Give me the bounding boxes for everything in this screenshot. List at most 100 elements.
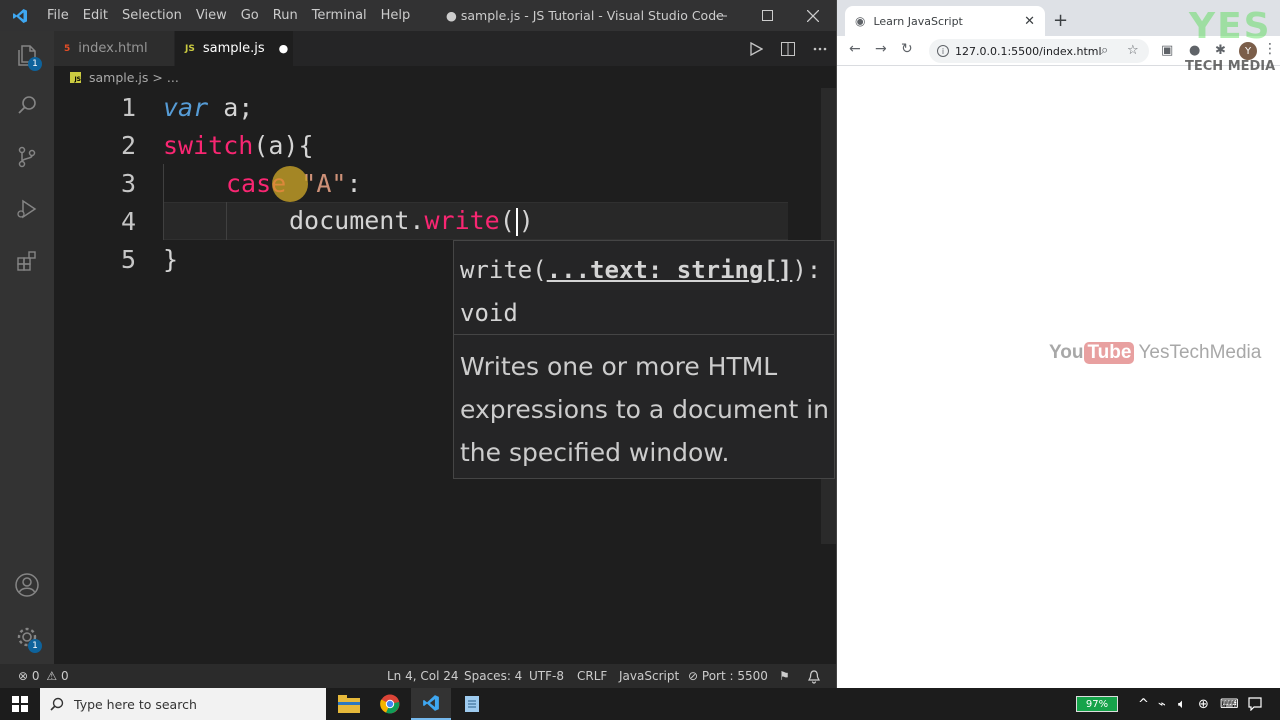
manage-gear-icon[interactable]: 1: [0, 613, 54, 661]
search-placeholder: Type here to search: [74, 696, 197, 712]
run-file-icon[interactable]: [740, 41, 772, 56]
battery-indicator[interactable]: 97%: [1076, 696, 1118, 712]
feedback-icon[interactable]: ⚑: [779, 664, 790, 688]
back-arrow-icon[interactable]: ←: [849, 41, 861, 57]
menu-view[interactable]: View: [189, 0, 234, 31]
address-bar[interactable]: i 127.0.0.1:5500/index.html: [929, 39, 1149, 63]
search-icon: [50, 697, 64, 711]
indentation[interactable]: Spaces: 4: [464, 664, 522, 688]
code-rest: a;: [208, 92, 254, 122]
source-control-icon[interactable]: [0, 133, 54, 181]
html5-icon: 5: [64, 43, 71, 54]
extensions-icon[interactable]: [0, 237, 54, 285]
line-number: 1: [120, 92, 136, 122]
extension-shield-icon[interactable]: ▣: [1161, 43, 1173, 58]
code-line-4[interactable]: 4 document.write(): [54, 202, 824, 240]
explorer-badge: 1: [28, 57, 42, 71]
breadcrumb-file[interactable]: sample.js: [89, 70, 148, 85]
new-tab-icon[interactable]: +: [1053, 10, 1068, 31]
code-object: document.: [289, 206, 425, 235]
youtube-you: You: [1049, 342, 1084, 363]
menu-file[interactable]: File: [40, 0, 76, 31]
line-number: 3: [120, 168, 136, 198]
language-mode[interactable]: JavaScript: [619, 664, 679, 688]
menu-run[interactable]: Run: [266, 0, 305, 31]
accounts-icon[interactable]: [0, 561, 54, 609]
chrome-icon[interactable]: [370, 688, 410, 720]
code-text: switch(a){: [163, 131, 314, 160]
code-line-1[interactable]: 1 var a;: [54, 88, 824, 126]
port-label: Port : 5500: [701, 669, 768, 683]
reload-icon[interactable]: ↻: [901, 41, 913, 57]
breadcrumb-rest[interactable]: ...: [167, 70, 179, 85]
watermark-text: TECH MEDIA: [1185, 59, 1276, 74]
keyword: switch: [163, 130, 254, 160]
string-literal: "A": [301, 168, 347, 198]
vscode-window: File Edit Selection View Go Run Terminal…: [0, 0, 836, 688]
function-name: write: [424, 206, 500, 235]
vscode-taskbar-icon[interactable]: [411, 688, 451, 720]
minimize-button[interactable]: [698, 0, 744, 31]
code-line-3[interactable]: 3 case "A":: [54, 164, 824, 202]
maximize-button[interactable]: [744, 0, 790, 31]
forward-arrow-icon[interactable]: →: [875, 41, 887, 57]
more-actions-icon[interactable]: [804, 47, 836, 51]
site-info-icon[interactable]: i: [937, 45, 949, 57]
code-rest: :: [346, 168, 362, 198]
notifications-bell-icon[interactable]: [808, 664, 820, 688]
network-icon[interactable]: ⌁: [1158, 688, 1166, 720]
keyboard-icon[interactable]: ⌨: [1220, 688, 1239, 720]
volume-icon[interactable]: 🔈︎: [1178, 688, 1186, 720]
taskbar-search-box[interactable]: Type here to search: [40, 688, 326, 720]
signature-parameter: ...text: string[]: [546, 256, 793, 284]
problems-indicator[interactable]: ⊗ 0 ⚠ 0: [18, 664, 69, 688]
tab-label: index.html: [78, 41, 148, 56]
zoom-icon[interactable]: ⌕: [1101, 43, 1108, 58]
close-window-button[interactable]: [790, 0, 836, 31]
menu-edit[interactable]: Edit: [76, 0, 115, 31]
menu-help[interactable]: Help: [374, 0, 418, 31]
js-file-icon: JS: [70, 71, 81, 83]
split-editor-icon[interactable]: [772, 41, 804, 56]
run-debug-icon[interactable]: [0, 185, 54, 233]
paren-close: ): [518, 206, 534, 235]
language-globe-icon[interactable]: ⊕: [1198, 688, 1209, 720]
desktop: File Edit Selection View Go Run Terminal…: [0, 0, 1280, 720]
menu-terminal[interactable]: Terminal: [305, 0, 374, 31]
tab-sample-js[interactable]: JS sample.js ●: [175, 31, 293, 66]
notepad-icon[interactable]: [452, 688, 492, 720]
encoding[interactable]: UTF-8: [529, 664, 564, 688]
close-tab-icon[interactable]: ✕: [1024, 14, 1035, 29]
js-icon: JS: [185, 43, 195, 54]
keyword: var: [163, 92, 209, 122]
menu-go[interactable]: Go: [234, 0, 266, 31]
bookmark-star-icon[interactable]: ☆: [1127, 43, 1139, 58]
popup-divider: [454, 334, 834, 335]
unsaved-dot-icon[interactable]: ●: [279, 42, 289, 55]
globe-icon: ◉: [855, 14, 866, 28]
action-center-icon[interactable]: [1248, 688, 1262, 720]
browser-tab[interactable]: ◉ Learn JavaScript ✕: [845, 6, 1045, 36]
line-endings[interactable]: CRLF: [577, 664, 607, 688]
line-number: 4: [120, 206, 136, 236]
mouse-pointer-highlight: [272, 166, 308, 202]
live-server-port[interactable]: ⊘ Port : 5500: [688, 664, 768, 688]
menu-selection[interactable]: Selection: [115, 0, 189, 31]
tab-index-html[interactable]: 5 index.html: [54, 31, 174, 66]
title-bar: File Edit Selection View Go Run Terminal…: [0, 0, 836, 31]
cursor-position[interactable]: Ln 4, Col 24: [387, 664, 459, 688]
windows-start-icon[interactable]: [0, 688, 40, 720]
youtube-tube: Tube: [1084, 342, 1135, 364]
tray-chevron-icon[interactable]: ^: [1138, 688, 1149, 720]
explorer-icon[interactable]: 1: [0, 31, 54, 79]
search-icon[interactable]: [0, 81, 54, 129]
code-line-2[interactable]: 2 switch(a){: [54, 126, 824, 164]
url-text: 127.0.0.1:5500/index.html: [955, 44, 1102, 58]
vscode-logo-icon: [0, 0, 40, 31]
settings-badge: 1: [28, 639, 42, 653]
signature-documentation: Writes one or more HTML expressions to a…: [460, 352, 830, 467]
window-title: ● sample.js - JS Tutorial - Visual Studi…: [446, 8, 724, 23]
code-text: }: [163, 244, 179, 274]
file-explorer-icon[interactable]: [329, 688, 369, 720]
editor-tabs: 5 index.html JS sample.js ●: [54, 31, 836, 66]
